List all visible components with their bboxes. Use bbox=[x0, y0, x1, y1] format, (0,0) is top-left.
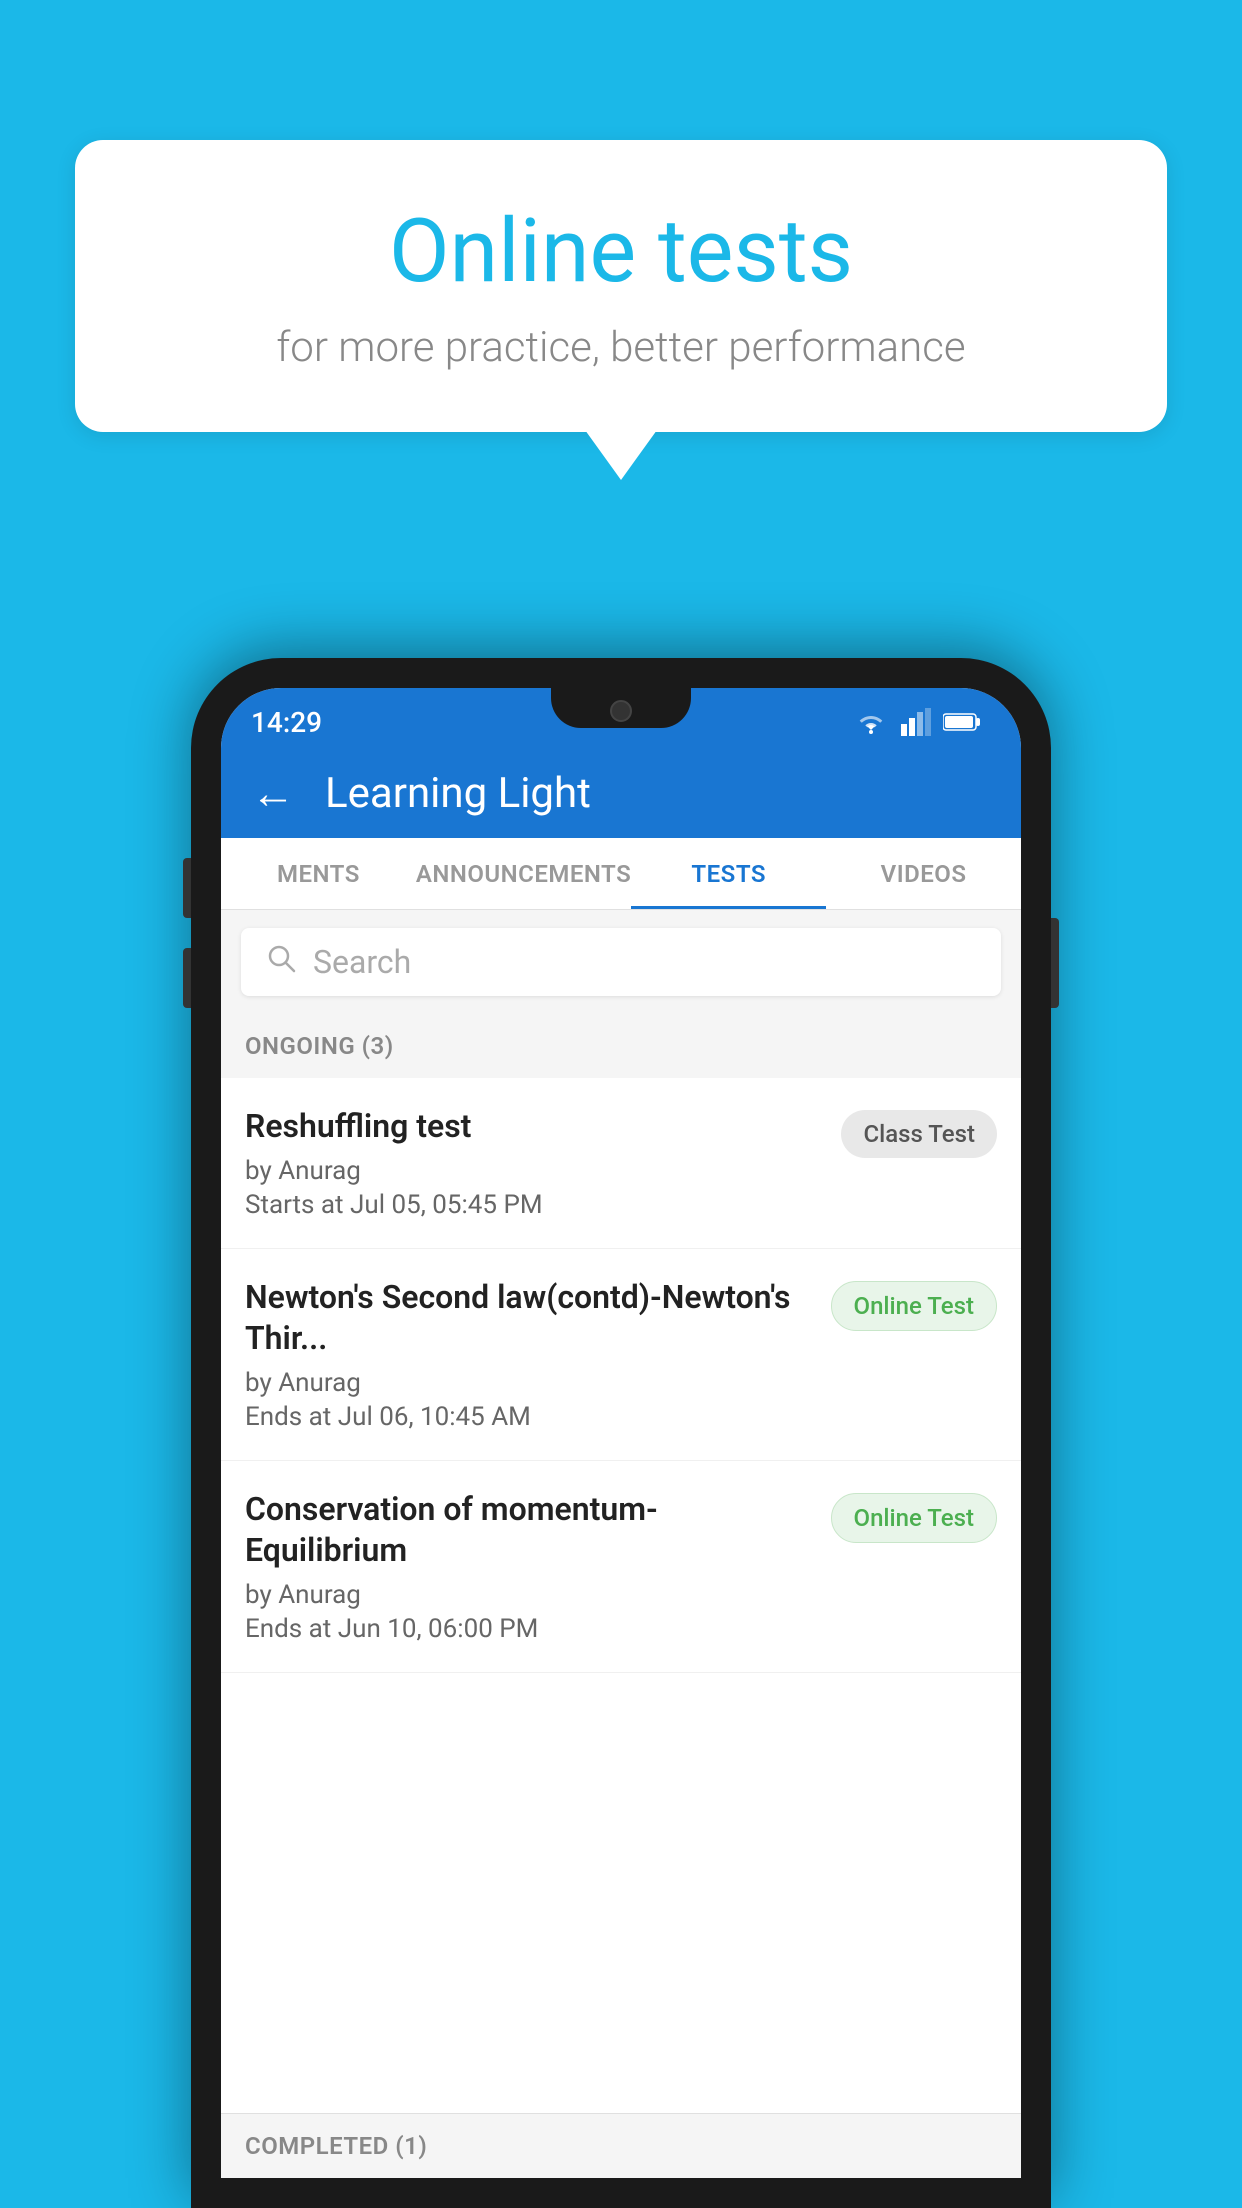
speech-bubble-title: Online tests bbox=[145, 200, 1097, 303]
completed-label: COMPLETED (1) bbox=[245, 2132, 427, 2160]
phone-screen: 14:29 bbox=[221, 688, 1021, 2178]
completed-section-header: COMPLETED (1) bbox=[221, 2113, 1021, 2178]
test-badge-online: Online Test bbox=[831, 1493, 997, 1543]
phone-notch bbox=[551, 688, 691, 728]
test-author: by Anurag bbox=[245, 1156, 821, 1186]
test-time: Ends at Jul 06, 10:45 AM bbox=[245, 1402, 811, 1432]
tab-videos[interactable]: VIDEOS bbox=[826, 838, 1021, 909]
test-time: Starts at Jul 05, 05:45 PM bbox=[245, 1190, 821, 1220]
app-title: Learning Light bbox=[325, 769, 591, 818]
speech-bubble: Online tests for more practice, better p… bbox=[75, 140, 1167, 432]
wifi-icon bbox=[853, 708, 889, 736]
test-author: by Anurag bbox=[245, 1580, 811, 1610]
test-name: Reshuffling test bbox=[245, 1106, 821, 1148]
status-time: 14:29 bbox=[251, 706, 322, 739]
tabs-container: MENTS ANNOUNCEMENTS TESTS VIDEOS bbox=[221, 838, 1021, 910]
test-item[interactable]: Reshuffling test by Anurag Starts at Jul… bbox=[221, 1078, 1021, 1249]
phone-camera bbox=[610, 700, 632, 722]
search-icon bbox=[265, 942, 297, 983]
test-info: Conservation of momentum-Equilibrium by … bbox=[245, 1489, 831, 1644]
search-bar[interactable]: Search bbox=[241, 928, 1001, 996]
phone-volume-down-button bbox=[183, 948, 191, 1008]
phone-frame: 14:29 bbox=[191, 658, 1051, 2208]
test-badge-online: Online Test bbox=[831, 1281, 997, 1331]
search-container: Search bbox=[221, 910, 1021, 1014]
test-info: Newton's Second law(contd)-Newton's Thir… bbox=[245, 1277, 831, 1432]
test-list: Reshuffling test by Anurag Starts at Jul… bbox=[221, 1078, 1021, 1673]
test-time: Ends at Jun 10, 06:00 PM bbox=[245, 1614, 811, 1644]
phone-power-button bbox=[1051, 918, 1059, 1008]
tab-ments[interactable]: MENTS bbox=[221, 838, 416, 909]
tab-announcements[interactable]: ANNOUNCEMENTS bbox=[416, 838, 631, 909]
ongoing-label: ONGOING (3) bbox=[245, 1032, 394, 1060]
back-button[interactable]: ← bbox=[251, 767, 295, 819]
ongoing-section-header: ONGOING (3) bbox=[221, 1014, 1021, 1078]
status-icons bbox=[853, 708, 981, 736]
test-badge-class: Class Test bbox=[841, 1110, 997, 1158]
search-placeholder: Search bbox=[313, 943, 411, 981]
battery-icon bbox=[943, 711, 981, 733]
speech-bubble-subtitle: for more practice, better performance bbox=[145, 323, 1097, 372]
test-name: Newton's Second law(contd)-Newton's Thir… bbox=[245, 1277, 811, 1360]
test-item[interactable]: Conservation of momentum-Equilibrium by … bbox=[221, 1461, 1021, 1673]
speech-bubble-container: Online tests for more practice, better p… bbox=[75, 140, 1167, 432]
test-info: Reshuffling test by Anurag Starts at Jul… bbox=[245, 1106, 841, 1220]
app-header: ← Learning Light bbox=[221, 748, 1021, 838]
test-name: Conservation of momentum-Equilibrium bbox=[245, 1489, 811, 1572]
test-item[interactable]: Newton's Second law(contd)-Newton's Thir… bbox=[221, 1249, 1021, 1461]
signal-icon bbox=[901, 708, 931, 736]
tab-tests[interactable]: TESTS bbox=[631, 838, 826, 909]
test-author: by Anurag bbox=[245, 1368, 811, 1398]
phone-volume-up-button bbox=[183, 858, 191, 918]
